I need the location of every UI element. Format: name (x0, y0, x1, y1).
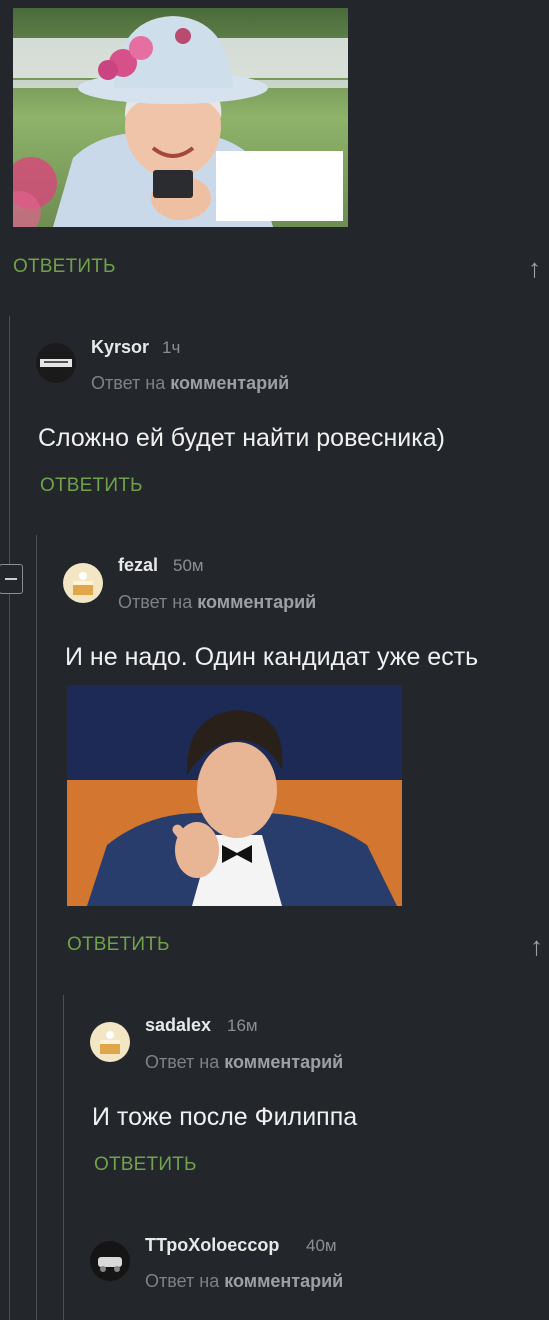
thread-line-level-3[interactable] (63, 995, 64, 1320)
reply-to-line: Ответ на комментарий (118, 592, 316, 613)
comment-username[interactable]: fezal (118, 555, 158, 576)
scroll-up-arrow-icon[interactable]: ↑ (528, 255, 541, 281)
reply-to-line: Ответ на комментарий (145, 1271, 343, 1292)
comment-username[interactable]: Kyrsor (91, 337, 149, 358)
scroll-up-arrow-icon[interactable]: ↑ (530, 933, 543, 959)
comment-text: И тоже после Филиппа (92, 1103, 358, 1131)
queen-photo-illustration (13, 8, 348, 227)
reply-button[interactable]: ОТВЕТИТЬ (94, 1154, 197, 1176)
reply-button-top[interactable]: ОТВЕТИТЬ (13, 256, 116, 278)
reply-to-link[interactable]: комментарий (170, 373, 289, 393)
car-avatar-icon (98, 1257, 122, 1272)
comment-time: 40м (306, 1236, 337, 1255)
avatar-ttroxoloeccop[interactable] (90, 1241, 130, 1281)
cake-avatar-icon (100, 1031, 120, 1054)
avatar-sadalex[interactable] (90, 1022, 130, 1062)
post-image-queen[interactable] (13, 8, 348, 227)
kyrsor-avatar-icon (40, 359, 72, 367)
man-pointing-photo-illustration (67, 685, 402, 906)
avatar-fezal[interactable] (63, 563, 103, 603)
reply-to-prefix: Ответ на (145, 1052, 220, 1072)
reply-button[interactable]: ОТВЕТИТЬ (40, 475, 143, 497)
reply-to-link[interactable]: комментарий (224, 1052, 343, 1072)
minus-icon (5, 578, 17, 580)
reply-to-line: Ответ на комментарий (145, 1052, 343, 1073)
cake-avatar-icon (73, 572, 93, 595)
comment-username[interactable]: ТТроXoloeccop (145, 1235, 279, 1256)
avatar-kyrsor[interactable] (36, 343, 76, 383)
reply-to-prefix: Ответ на (145, 1271, 220, 1291)
comment-text: Сложно ей будет найти ровесника) (38, 424, 445, 452)
comment-time: 50м (173, 556, 204, 575)
comment-text: И не надо. Один кандидат уже есть (65, 643, 479, 671)
reply-button[interactable]: ОТВЕТИТЬ (67, 934, 170, 956)
comment-username[interactable]: sadalex (145, 1015, 211, 1036)
reply-to-line: Ответ на комментарий (91, 373, 289, 394)
reply-to-link[interactable]: комментарий (224, 1271, 343, 1291)
thread-line-level-1[interactable] (9, 316, 10, 1320)
reply-to-link[interactable]: комментарий (197, 592, 316, 612)
reply-to-prefix: Ответ на (118, 592, 193, 612)
thread-line-level-2[interactable] (36, 535, 37, 1320)
comment-time: 1ч (162, 338, 181, 357)
reply-to-prefix: Ответ на (91, 373, 166, 393)
comment-image-man[interactable] (67, 685, 402, 906)
collapse-thread-button[interactable] (0, 564, 23, 594)
comment-time: 16м (227, 1016, 258, 1035)
